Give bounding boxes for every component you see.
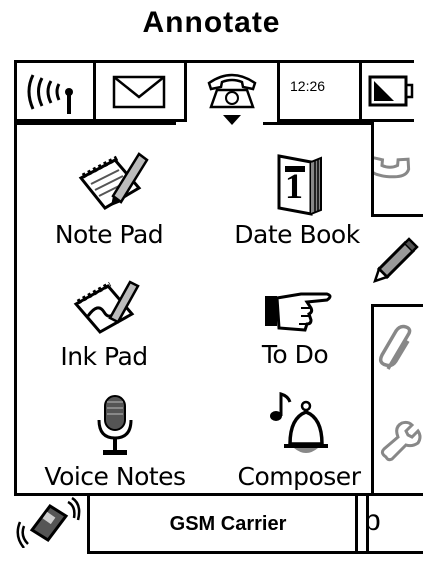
battery-icon [368,75,414,107]
status-bar: 12:26 [14,60,414,127]
tab-phone[interactable] [368,122,423,217]
app-label: Date Book [234,220,360,249]
battery-indicator [362,60,414,122]
inkpad-icon [73,280,140,334]
app-to-do[interactable]: To Do [240,278,350,369]
input-mode-button[interactable]: b [355,493,423,554]
app-label: Note Pad [54,220,164,249]
category-tabs [368,122,423,493]
signal-strength-icon [27,74,73,114]
app-label: Composer [237,462,361,491]
app-ink-pad[interactable]: Ink Pad [44,272,164,371]
microphone-icon [97,395,133,455]
app-label: Voice Notes [44,462,186,491]
signal-indicator[interactable] [14,60,96,122]
phone-handset-icon [368,155,411,179]
pencil-icon [373,237,419,283]
mail-indicator[interactable] [96,60,187,122]
carrier-name: GSM Carrier [169,513,287,535]
clock-display: 12:26 [277,60,362,122]
wrench-icon [380,420,422,462]
envelope-icon [112,75,166,109]
cellphone-signal-icon [16,496,81,549]
notepad-icon [78,152,149,210]
app-composer[interactable]: Composer [226,388,372,491]
pointing-hand-icon [265,292,332,332]
carrier-display: GSM Carrier [87,493,369,554]
phone-app-switcher[interactable] [187,60,277,127]
input-mode-label: b [364,504,381,537]
tab-attachments[interactable] [371,307,423,397]
bell-music-icon [270,392,328,453]
app-note-pad[interactable]: Note Pad [44,148,174,249]
time-label: 12:26 [290,78,326,94]
tab-settings[interactable] [371,397,423,493]
app-voice-notes[interactable]: Voice Notes [30,392,200,491]
tab-annotate[interactable] [371,217,423,307]
app-label: Ink Pad [60,342,148,371]
datebook-icon: 1 [277,154,322,216]
telephone-icon [207,73,257,125]
bottom-bar: GSM Carrier b [14,493,423,554]
paperclip-icon [378,324,412,370]
page-title: Annotate [142,6,281,39]
network-status[interactable] [14,496,86,551]
app-date-book[interactable]: 1 Date Book [222,148,372,249]
app-label: To Do [261,340,329,369]
